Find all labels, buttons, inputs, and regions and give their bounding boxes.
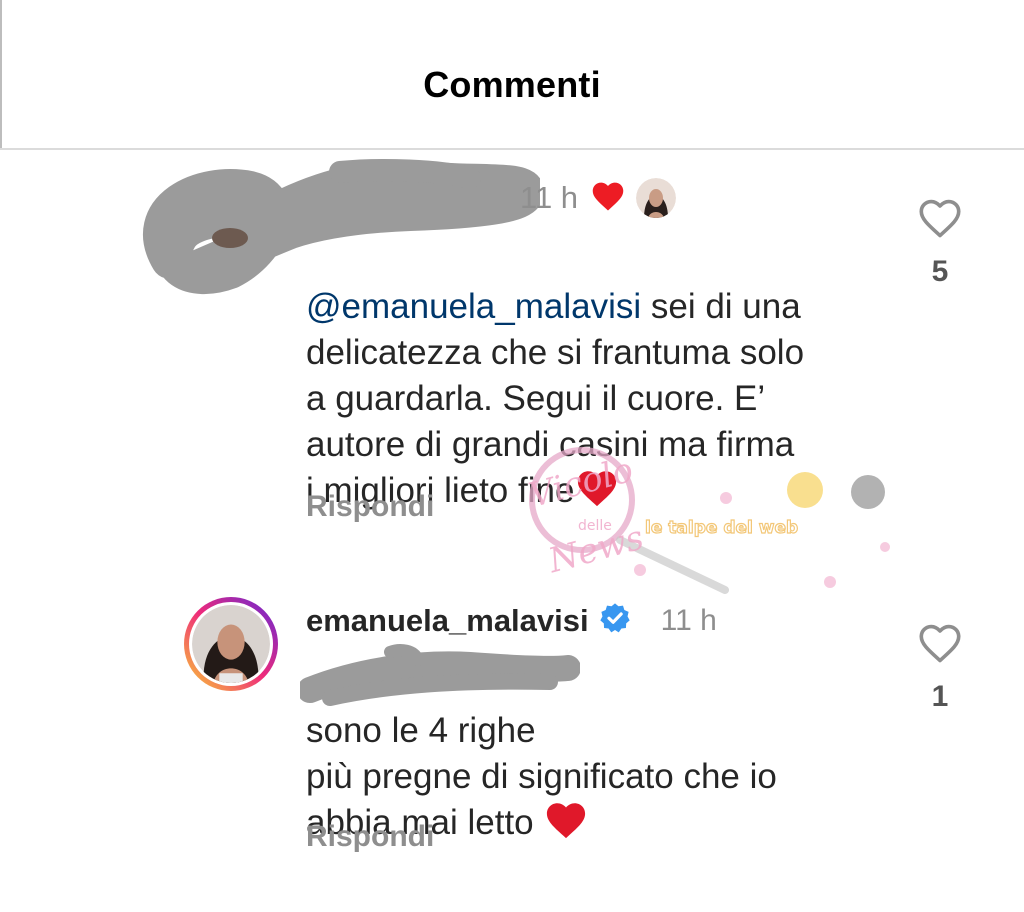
comment-body: @emanuela_malavisi sei di una delicatezz… [306,238,896,520]
like-count: 1 [931,680,949,713]
verified-badge-icon [599,602,631,639]
comment-time: 11 h [660,603,717,637]
svg-text:le talpe del web: le talpe del web [645,518,798,538]
comment-username[interactable]: emanuela_malavisi [306,603,589,639]
like-heart-icon[interactable] [917,197,963,239]
like-count: 5 [931,255,949,288]
heart-filled-icon [590,180,626,217]
reply-button[interactable]: Rispondi [306,490,434,524]
comment-time: 11 h [520,180,579,215]
heart-emoji-icon [543,800,589,852]
author-avatar[interactable] [184,597,278,691]
comment-meta: 11 h [520,178,677,218]
comments-screen: Commenti 11 h @emanuela_malavisi sei di … [0,0,1024,912]
svg-text:delle: delle [578,518,612,534]
comments-header: Commenti [0,0,1024,150]
svg-text:News: News [543,518,647,582]
like-heart-icon[interactable] [917,622,963,664]
comment-meta: emanuela_malavisi 11 h [306,602,717,639]
reply-button[interactable]: Rispondi [306,820,434,854]
mention-link[interactable]: @emanuela_malavisi [306,287,641,326]
page-title: Commenti [423,64,601,105]
author-avatar-icon [636,178,677,218]
heart-emoji-icon [574,468,620,520]
